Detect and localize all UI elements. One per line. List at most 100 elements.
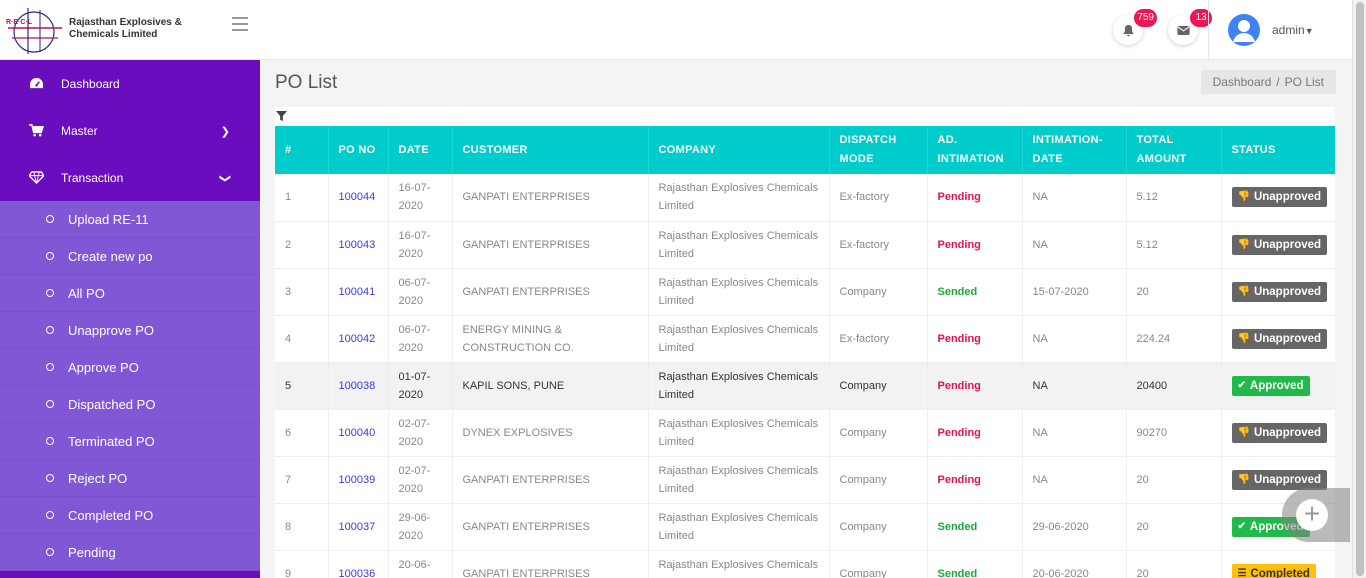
sidebar-subitem-dispatched-po[interactable]: Dispatched PO (0, 386, 260, 423)
breadcrumb-home-link[interactable]: Dashboard (1213, 75, 1272, 89)
circle-icon (46, 215, 54, 223)
header-divider (1208, 0, 1209, 60)
po-number-link[interactable]: 100040 (339, 427, 376, 439)
sidebar-toggle-button[interactable] (232, 17, 248, 31)
sidebar-item-master[interactable]: Master ❯ (0, 107, 260, 154)
cell-po-no: 100036 (328, 550, 389, 578)
po-number-link[interactable]: 100042 (339, 333, 376, 345)
total-amount: 5.12 (1136, 238, 1158, 251)
col-header-po-no[interactable]: PO NO (328, 126, 389, 174)
filter-icon[interactable] (276, 111, 287, 122)
col-header-intimation-date[interactable]: INTIMATION-DATE (1022, 126, 1127, 174)
company-name: Rajasthan Explosives Chemicals Limited (658, 229, 819, 260)
breadcrumb-current: PO List (1284, 75, 1324, 89)
status-button[interactable]: 👎 Unapproved (1231, 422, 1328, 443)
status-button[interactable]: 👎 Unapproved (1231, 281, 1328, 302)
thumbs-down-icon: 👎 (1237, 191, 1250, 203)
brand-logo[interactable]: R·E·C·L Rajasthan Explosives & Chemicals… (0, 0, 260, 60)
user-avatar[interactable] (1228, 14, 1260, 46)
col-header-company[interactable]: COMPANY (648, 126, 830, 174)
sidebar-subitem-pending[interactable]: Pending (0, 534, 260, 571)
circle-icon (46, 363, 54, 371)
subitem-label: Dispatched PO (68, 396, 156, 412)
table-header-row: # PO NO DATE CUSTOMER COMPANY DISPATCH M… (275, 126, 1335, 174)
intimation-status: Pending (937, 332, 981, 345)
sidebar-subitem-reject-po[interactable]: Reject PO (0, 460, 260, 497)
status-label: Unapproved (1253, 191, 1322, 204)
intimation-date: 15-07-2020 (1032, 285, 1089, 298)
status-button[interactable]: 👎 Unapproved (1231, 469, 1328, 490)
intimation-status: Sended (937, 285, 978, 298)
row-index: 5 (285, 379, 292, 392)
cell-dispatch-mode: Company (829, 409, 928, 457)
scrollbar-thumb[interactable] (1356, 2, 1364, 576)
sidebar-subitem-completed-po[interactable]: Completed PO (0, 497, 260, 534)
po-number-link[interactable]: 100043 (339, 239, 376, 251)
sidebar-subitem-all-po[interactable]: All PO (0, 275, 260, 312)
notifications-button[interactable]: 759 (1113, 9, 1157, 45)
po-number-link[interactable]: 100037 (339, 521, 376, 533)
table-row[interactable]: 9 100036 20-06-2020 GANPATI ENTERPRISES Raja… (275, 550, 1335, 578)
cell-customer: GANPATI ENTERPRISES (452, 503, 649, 551)
col-header-dispatch-mode[interactable]: DISPATCH MODE (829, 126, 928, 174)
row-index: 8 (285, 520, 292, 533)
status-button[interactable]: 👎 Unapproved (1231, 187, 1328, 208)
caret-down-icon: ▼ (1304, 26, 1314, 36)
circle-icon (46, 437, 54, 445)
status-button[interactable]: 👎 Unapproved (1231, 234, 1328, 255)
dispatch-mode: Ex-factory (839, 332, 890, 345)
sidebar-subitem-upload-re11[interactable]: Upload RE-11 (0, 201, 260, 238)
cell-dispatch-mode: Company (829, 456, 928, 504)
cell-dispatch-mode: Ex-factory (829, 221, 928, 269)
col-header-customer[interactable]: CUSTOMER (452, 126, 649, 174)
table-row[interactable]: 5 100038 01-07-2020 KAPIL SONS, PUNE Rajasth… (275, 362, 1335, 410)
status-button[interactable]: ✔ Approved (1231, 375, 1310, 396)
cell-intimation-date: NA (1022, 362, 1127, 410)
po-number-link[interactable]: 100038 (339, 380, 376, 392)
customer-name: GANPATI ENTERPRISES (462, 285, 590, 298)
sidebar-item-transaction[interactable]: Transaction ❯ (0, 154, 260, 201)
table-row[interactable]: 2 100043 16-07-2020 GANPATI ENTERPRISES Raja… (275, 221, 1335, 269)
plus-icon: + (1296, 499, 1328, 531)
dispatch-mode: Company (839, 520, 887, 533)
add-floating-button[interactable]: + (1282, 488, 1350, 542)
table-row[interactable]: 8 100037 29-06-2020 GANPATI ENTERPRISES Raja… (275, 503, 1335, 551)
sidebar-subitem-approve-po[interactable]: Approve PO (0, 349, 260, 386)
po-number-link[interactable]: 100039 (339, 474, 376, 486)
col-header-index[interactable]: # (275, 126, 329, 174)
col-header-total-amount[interactable]: TOTAL AMOUNT (1126, 126, 1222, 174)
table-row[interactable]: 4 100042 06-07-2020 ENERGY MINING & CONSTRU… (275, 315, 1335, 363)
table-row[interactable]: 1 100044 16-07-2020 GANPATI ENTERPRISES Raja… (275, 174, 1335, 222)
status-button[interactable]: ☰ Completed (1231, 563, 1316, 578)
sidebar-item-dashboard[interactable]: Dashboard (0, 60, 260, 107)
table-row[interactable]: 7 100039 02-07-2020 GANPATI ENTERPRISES Raja… (275, 456, 1335, 504)
po-date: 06-07-2020 (398, 323, 431, 354)
cell-ad-intimation: Sended (927, 268, 1023, 316)
cell-po-no: 100037 (328, 503, 389, 551)
cell-po-no: 100043 (328, 221, 389, 269)
brand-name-line2: Chemicals Limited (69, 29, 158, 40)
intimation-date: NA (1032, 473, 1048, 486)
cell-dispatch-mode: Company (829, 503, 928, 551)
sidebar-subitem-create-new-po[interactable]: Create new po (0, 238, 260, 275)
col-header-ad-intimation[interactable]: AD. INTIMATION (927, 126, 1023, 174)
cell-total-amount: 5.12 (1126, 221, 1222, 269)
page-scrollbar[interactable] (1352, 0, 1366, 578)
sidebar-subitem-terminated-po[interactable]: Terminated PO (0, 423, 260, 460)
po-number-link[interactable]: 100044 (339, 191, 376, 203)
table-row[interactable]: 3 100041 06-07-2020 GANPATI ENTERPRISES Raja… (275, 268, 1335, 316)
cell-po-no: 100039 (328, 456, 389, 504)
status-button[interactable]: 👎 Unapproved (1231, 328, 1328, 349)
col-header-date[interactable]: DATE (388, 126, 453, 174)
sidebar: Dashboard Master ❯ Transaction ❯ Upload … (0, 60, 260, 578)
po-number-link[interactable]: 100036 (339, 568, 376, 578)
col-header-status[interactable]: STATUS (1221, 126, 1335, 174)
messages-button[interactable]: 13 (1168, 9, 1212, 45)
user-menu-dropdown[interactable]: admin▼ (1272, 23, 1314, 37)
table-row[interactable]: 6 100040 02-07-2020 DYNEX EXPLOSIVES Rajasth… (275, 409, 1335, 457)
cell-date: 16-07-2020 (388, 221, 453, 269)
po-number-link[interactable]: 100041 (339, 286, 376, 298)
cell-status: 👎 Unapproved (1221, 174, 1335, 222)
cell-status: 👎 Unapproved (1221, 409, 1335, 457)
sidebar-subitem-unapprove-po[interactable]: Unapprove PO (0, 312, 260, 349)
